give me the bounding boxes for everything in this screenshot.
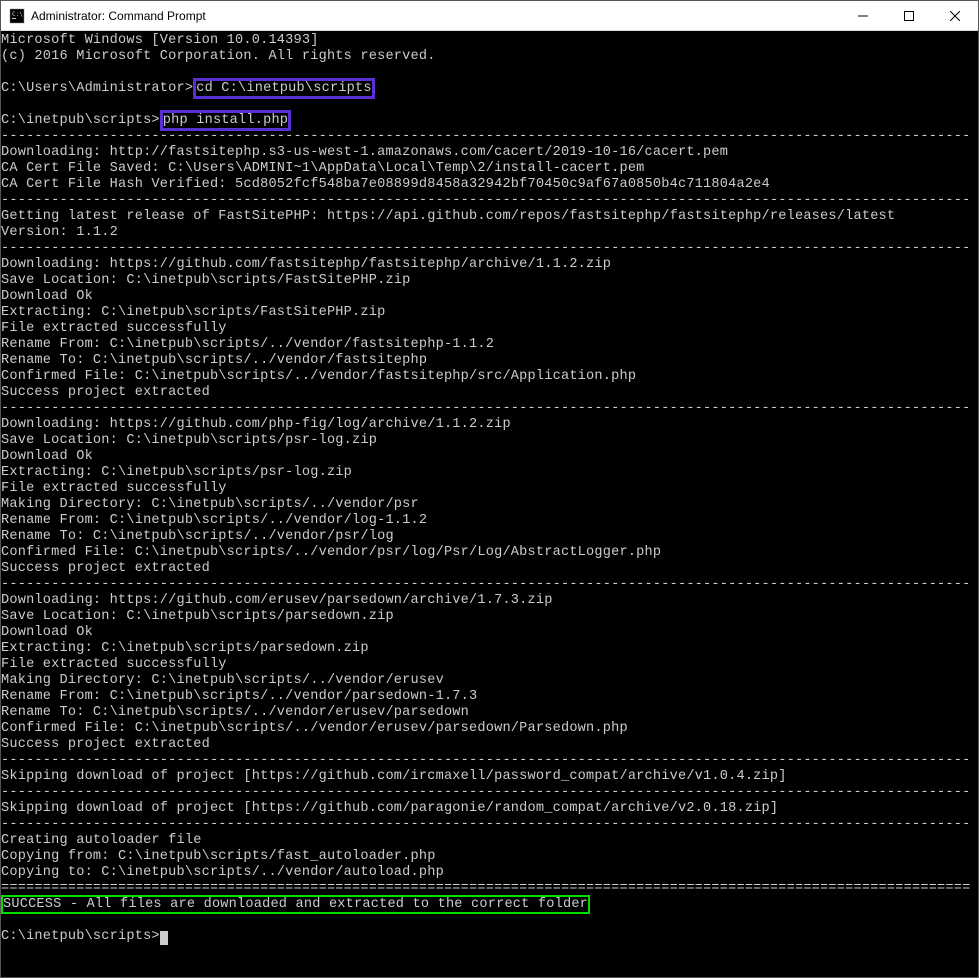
separator-line: ----------------------------------------…	[1, 129, 970, 144]
output-line: Confirmed File: C:\inetpub\scripts/../ve…	[1, 545, 661, 560]
output-line: Getting latest release of FastSitePHP: h…	[1, 209, 895, 224]
maximize-button[interactable]	[886, 1, 932, 30]
window-controls	[840, 1, 978, 30]
output-line: Rename From: C:\inetpub\scripts/../vendo…	[1, 513, 427, 528]
output-line: Skipping download of project [https://gi…	[1, 801, 778, 816]
output-line: Confirmed File: C:\inetpub\scripts/../ve…	[1, 721, 628, 736]
prompt-path: C:\inetpub\scripts>	[1, 113, 160, 128]
output-line: Making Directory: C:\inetpub\scripts/../…	[1, 673, 444, 688]
output-line: Extracting: C:\inetpub\scripts/parsedown…	[1, 641, 369, 656]
output-line: Download Ok	[1, 449, 93, 464]
output-line: Skipping download of project [https://gi…	[1, 769, 787, 784]
output-line: Rename From: C:\inetpub\scripts/../vendo…	[1, 689, 477, 704]
output-line: Success project extracted	[1, 737, 210, 752]
output-line: Making Directory: C:\inetpub\scripts/../…	[1, 497, 419, 512]
output-line: Downloading: http://fastsitephp.s3-us-we…	[1, 145, 728, 160]
separator-line: ----------------------------------------…	[1, 817, 970, 832]
highlighted-command: cd C:\inetpub\scripts	[193, 78, 375, 99]
terminal-output[interactable]: Microsoft Windows [Version 10.0.14393] (…	[1, 31, 978, 977]
command-prompt-window: C:\ Administrator: Command Prompt Micros…	[0, 0, 979, 978]
cursor	[160, 931, 168, 945]
output-line: Downloading: https://github.com/fastsite…	[1, 257, 611, 272]
output-line: Download Ok	[1, 289, 93, 304]
output-line: Save Location: C:\inetpub\scripts/FastSi…	[1, 273, 411, 288]
prompt-path: C:\inetpub\scripts>	[1, 929, 160, 944]
output-line: Version: 1.1.2	[1, 225, 118, 240]
separator-line: ----------------------------------------…	[1, 241, 970, 256]
close-button[interactable]	[932, 1, 978, 30]
output-line: Rename To: C:\inetpub\scripts/../vendor/…	[1, 705, 469, 720]
separator-line: ----------------------------------------…	[1, 785, 970, 800]
output-line: Copying to: C:\inetpub\scripts/../vendor…	[1, 865, 444, 880]
output-line: Rename From: C:\inetpub\scripts/../vendo…	[1, 337, 494, 352]
output-line: (c) 2016 Microsoft Corporation. All righ…	[1, 49, 436, 64]
output-line: Copying from: C:\inetpub\scripts/fast_au…	[1, 849, 436, 864]
output-line: Rename To: C:\inetpub\scripts/../vendor/…	[1, 529, 394, 544]
cmd-icon: C:\	[9, 8, 25, 24]
titlebar[interactable]: C:\ Administrator: Command Prompt	[1, 1, 978, 31]
output-line: Download Ok	[1, 625, 93, 640]
output-line: Creating autoloader file	[1, 833, 202, 848]
output-line: File extracted successfully	[1, 481, 227, 496]
output-line: Extracting: C:\inetpub\scripts/psr-log.z…	[1, 465, 352, 480]
output-line: Microsoft Windows [Version 10.0.14393]	[1, 33, 319, 48]
output-line: File extracted successfully	[1, 321, 227, 336]
output-line: Save Location: C:\inetpub\scripts/parsed…	[1, 609, 394, 624]
output-line: CA Cert File Hash Verified: 5cd8052fcf54…	[1, 177, 770, 192]
separator-line: ----------------------------------------…	[1, 753, 970, 768]
separator-line: ----------------------------------------…	[1, 401, 970, 416]
output-line: Success project extracted	[1, 561, 210, 576]
output-line: Rename To: C:\inetpub\scripts/../vendor/…	[1, 353, 427, 368]
output-line: Downloading: https://github.com/php-fig/…	[1, 417, 511, 432]
separator-line: ========================================…	[1, 881, 970, 896]
prompt-path: C:\Users\Administrator>	[1, 81, 193, 96]
output-line: Confirmed File: C:\inetpub\scripts/../ve…	[1, 369, 636, 384]
highlighted-command: php install.php	[160, 110, 291, 131]
output-line: Save Location: C:\inetpub\scripts/psr-lo…	[1, 433, 377, 448]
success-message: SUCCESS - All files are downloaded and e…	[1, 895, 590, 914]
svg-text:C:\: C:\	[12, 11, 23, 18]
output-line: Success project extracted	[1, 385, 210, 400]
separator-line: ----------------------------------------…	[1, 577, 970, 592]
window-title: Administrator: Command Prompt	[31, 9, 840, 23]
separator-line: ----------------------------------------…	[1, 193, 970, 208]
output-line: CA Cert File Saved: C:\Users\ADMINI~1\Ap…	[1, 161, 645, 176]
output-line: Downloading: https://github.com/erusev/p…	[1, 593, 553, 608]
minimize-button[interactable]	[840, 1, 886, 30]
output-line: File extracted successfully	[1, 657, 227, 672]
output-line: Extracting: C:\inetpub\scripts/FastSiteP…	[1, 305, 385, 320]
